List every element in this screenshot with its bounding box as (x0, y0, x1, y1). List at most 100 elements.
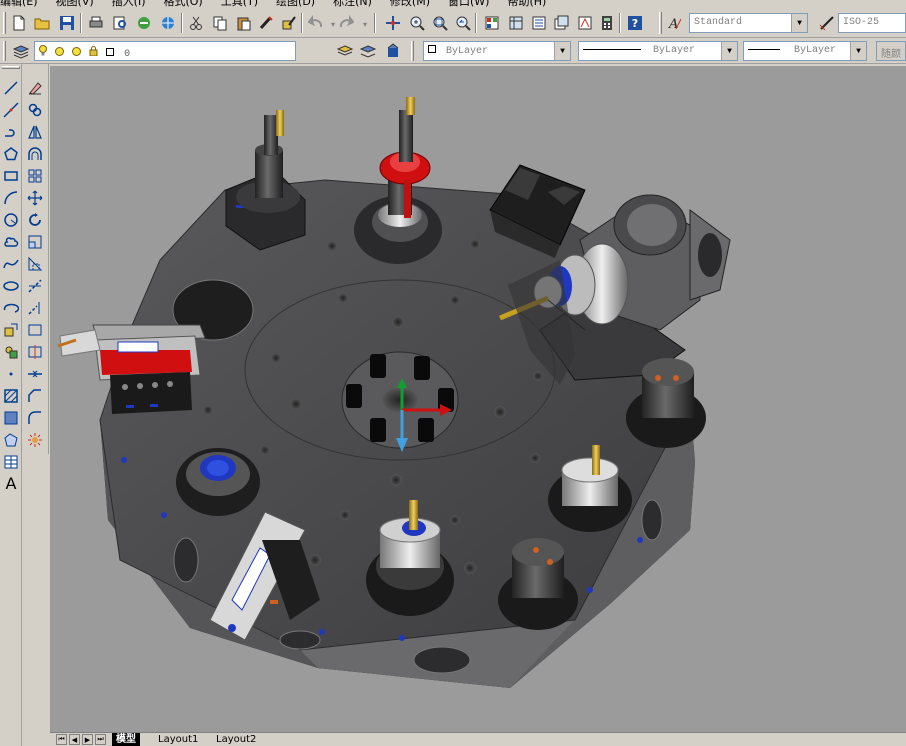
markup-manager-icon[interactable] (576, 14, 594, 32)
toolbar-grip[interactable] (411, 41, 414, 61)
polyline-icon[interactable] (2, 123, 20, 141)
design-center-icon[interactable] (507, 14, 525, 32)
menu-item[interactable]: 绘图(D) (276, 0, 315, 8)
chevron-down-icon[interactable]: ▼ (554, 42, 570, 60)
lightbulb-icon[interactable] (39, 45, 47, 56)
break-at-point-icon[interactable] (26, 343, 44, 361)
tab-model[interactable]: 模型 (112, 733, 140, 746)
menu-item[interactable]: 编辑(E) (0, 0, 38, 8)
properties-icon[interactable] (483, 14, 501, 32)
drawing-viewport[interactable] (50, 66, 906, 732)
multiline-text-icon[interactable]: A (2, 475, 20, 493)
copy-icon[interactable] (211, 14, 229, 32)
toolbar-grip[interactable] (3, 41, 6, 61)
linetype-control-select[interactable]: ByLayer ▼ (578, 41, 738, 61)
menu-items[interactable]: 编辑(E) 视图(V) 插入(I) 格式(O) 工具(T) 绘图(D) 标注(N) 修改(M)… (0, 0, 564, 8)
match-properties-icon[interactable] (257, 14, 275, 32)
pan-realtime-icon[interactable] (384, 14, 402, 32)
chevron-down-icon[interactable]: ▼ (850, 42, 866, 60)
line-icon[interactable] (2, 79, 20, 97)
table-icon[interactable] (2, 453, 20, 471)
print-icon[interactable] (87, 14, 105, 32)
stretch-icon[interactable] (26, 255, 44, 273)
copy-object-icon[interactable] (26, 101, 44, 119)
save-icon[interactable] (58, 14, 76, 32)
offset-icon[interactable] (26, 145, 44, 163)
text-style-select[interactable]: Standard ▼ (689, 13, 808, 33)
new-file-icon[interactable] (10, 14, 28, 32)
ellipse-arc-icon[interactable] (2, 299, 20, 317)
make-block-icon[interactable] (2, 343, 20, 361)
first-tab-icon[interactable]: ⏮ (56, 734, 67, 745)
trim-icon[interactable] (26, 277, 44, 295)
revision-cloud-icon[interactable] (2, 233, 20, 251)
toolbar-grip[interactable] (2, 66, 20, 69)
dimension-style-icon[interactable] (818, 14, 836, 32)
break-icon[interactable] (26, 321, 44, 339)
rectangle-icon[interactable] (2, 167, 20, 185)
erase-icon[interactable] (26, 79, 44, 97)
extend-icon[interactable] (26, 299, 44, 317)
construction-line-icon[interactable] (2, 101, 20, 119)
rotate-icon[interactable] (26, 211, 44, 229)
next-tab-icon[interactable]: ▶ (82, 734, 93, 745)
explode-icon[interactable] (26, 431, 44, 449)
toolbar-grip[interactable] (659, 12, 662, 34)
circle-icon[interactable] (2, 211, 20, 229)
publish-icon[interactable] (135, 14, 153, 32)
sun-freeze-icon[interactable] (55, 47, 65, 56)
menu-item[interactable]: 修改(M) (390, 0, 430, 8)
redo-icon[interactable] (337, 14, 355, 32)
sheet-set-manager-icon[interactable] (553, 14, 571, 32)
mirror-icon[interactable] (26, 123, 44, 141)
scale-icon[interactable] (26, 233, 44, 251)
menu-item[interactable]: 窗口(W) (448, 0, 489, 8)
menu-item[interactable]: 视图(V) (56, 0, 94, 8)
array-icon[interactable] (26, 167, 44, 185)
point-icon[interactable] (2, 365, 20, 383)
menu-item[interactable]: 标注(N) (333, 0, 372, 8)
quickcalc-icon[interactable] (598, 14, 616, 32)
layer-states-icon[interactable] (384, 42, 402, 60)
fillet-icon[interactable] (26, 409, 44, 427)
layer-previous-icon[interactable] (359, 42, 377, 60)
color-control-select[interactable]: ByLayer ▼ (423, 41, 571, 61)
layer-control-select[interactable]: 0 (34, 41, 296, 61)
cut-icon[interactable] (187, 14, 205, 32)
chamfer-icon[interactable] (26, 387, 44, 405)
menu-item[interactable]: 格式(O) (163, 0, 202, 8)
chevron-down-icon[interactable]: ▼ (721, 42, 737, 60)
undo-icon[interactable] (307, 14, 325, 32)
plotstyle-control-select[interactable]: 随颜 (876, 41, 906, 61)
join-icon[interactable] (26, 365, 44, 383)
tab-layout2[interactable]: Layout2 (212, 733, 260, 746)
chevron-down-icon[interactable]: ▼ (791, 14, 807, 32)
hatch-icon[interactable] (2, 387, 20, 405)
publish-web-icon[interactable] (159, 14, 177, 32)
menu-item[interactable]: 插入(I) (112, 0, 146, 8)
zoom-realtime-icon[interactable] (408, 14, 426, 32)
make-object-layer-current-icon[interactable] (336, 42, 354, 60)
lock-icon[interactable] (89, 46, 98, 57)
menu-item[interactable]: 帮助(H) (507, 0, 546, 8)
zoom-previous-icon[interactable] (454, 14, 472, 32)
redo-dropdown-icon[interactable]: ▾ (356, 16, 374, 34)
insert-block-icon[interactable] (2, 321, 20, 339)
tool-palettes-icon[interactable] (530, 14, 548, 32)
block-editor-icon[interactable] (280, 14, 298, 32)
polygon-icon[interactable] (2, 145, 20, 163)
spline-icon[interactable] (2, 255, 20, 273)
last-tab-icon[interactable]: ⏭ (95, 734, 106, 745)
menu-item[interactable]: 工具(T) (221, 0, 258, 8)
toolbar-grip[interactable] (3, 12, 6, 34)
dimension-style-select[interactable]: ISO-25 (838, 13, 906, 33)
paste-icon[interactable] (235, 14, 253, 32)
arc-icon[interactable] (2, 189, 20, 207)
move-icon[interactable] (26, 189, 44, 207)
prev-tab-icon[interactable]: ◀ (69, 734, 80, 745)
tab-layout1[interactable]: Layout1 (154, 733, 202, 746)
text-style-icon[interactable]: A (666, 14, 684, 32)
help-icon[interactable]: ? (626, 14, 644, 32)
plot-preview-icon[interactable] (111, 14, 129, 32)
lineweight-control-select[interactable]: ByLayer ▼ (743, 41, 867, 61)
